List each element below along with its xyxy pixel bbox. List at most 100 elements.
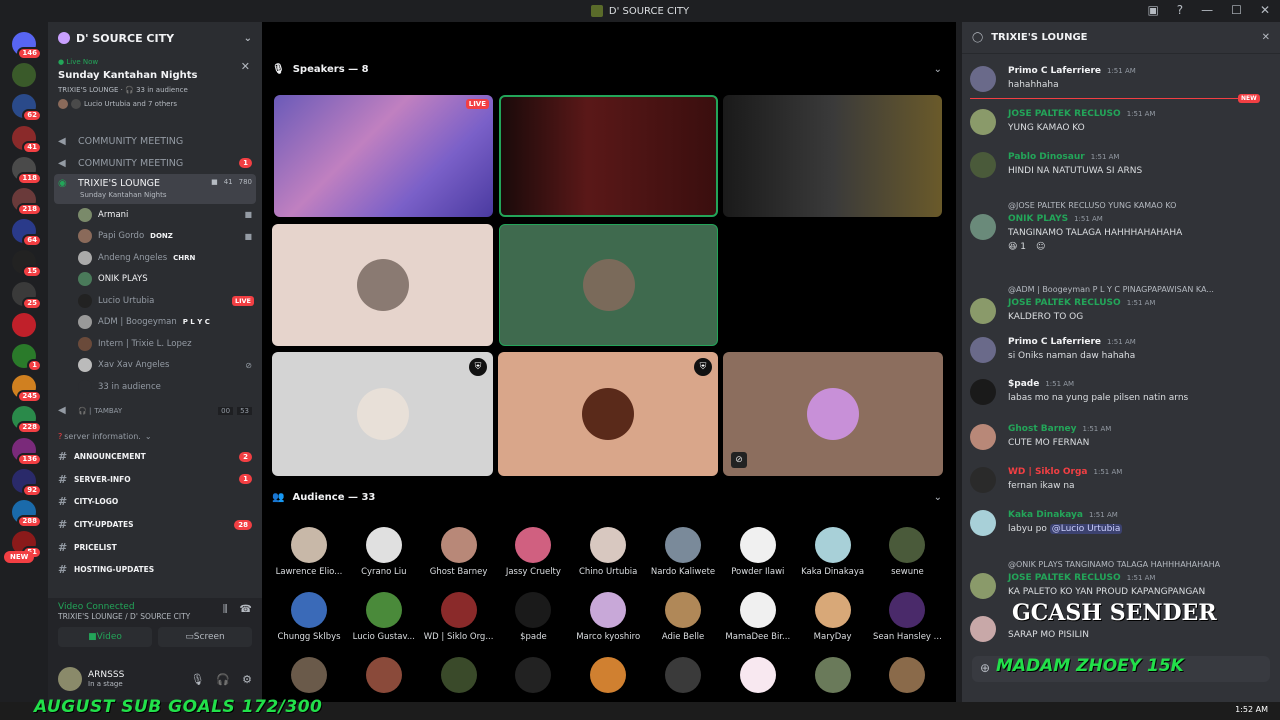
avatar[interactable] [970, 379, 996, 405]
voice-member[interactable]: Intern | Trixie L. Lopez [48, 333, 262, 355]
server-icon[interactable]: 146 [12, 32, 42, 60]
avatar[interactable] [58, 667, 82, 691]
close-window-icon[interactable]: ✕ [1260, 3, 1270, 17]
avatar[interactable] [970, 573, 996, 599]
message-author[interactable]: WD | Siklo Orga 1:51 AM [1008, 467, 1122, 477]
inbox-icon[interactable]: ▣ [1147, 3, 1158, 17]
text-channel[interactable]: # CITY-LOGO [48, 491, 262, 514]
server-icon[interactable]: 118 [12, 156, 42, 185]
disconnect-icon[interactable]: ☎ [240, 604, 252, 615]
message-author[interactable]: Kaka Dinakaya 1:51 AM [1008, 510, 1118, 520]
audience-member[interactable]: Nardo Kaliwete [646, 527, 720, 577]
speaker-tile[interactable]: ⛨ [272, 352, 493, 476]
audience-member[interactable] [422, 657, 496, 697]
add-attachment-icon[interactable]: ⊕ [980, 661, 990, 675]
voice-member[interactable]: ONIK PLAYS [48, 269, 262, 291]
live-event-card[interactable]: ● Live Now Sunday Kantahan Nights TRIXIE… [48, 54, 262, 122]
audience-member[interactable]: Marco kyoshiro [571, 592, 645, 642]
audience-member[interactable]: sewune [870, 527, 944, 577]
message-author[interactable]: JOSE PALTEK RECLUSO 1:51 AM [1008, 573, 1155, 583]
voice-channel[interactable]: ◀ COMMUNITY MEETING 1 [48, 152, 262, 174]
avatar[interactable] [970, 337, 996, 363]
server-icon[interactable]: 218 [12, 188, 42, 216]
audience-member[interactable]: Adie Belle [646, 592, 720, 642]
avatar[interactable] [970, 66, 996, 92]
message-author[interactable]: Primo C Laferriere 1:51 AM [1008, 66, 1136, 76]
avatar[interactable] [970, 109, 996, 135]
reaction-chip[interactable]: 😆 1 [1008, 242, 1026, 252]
settings-gear-icon[interactable]: ⚙ [242, 673, 252, 686]
voice-member[interactable]: ADM | Boogeyman P L Y C [48, 312, 262, 334]
audience-member[interactable]: MamaDee Bir... [721, 592, 795, 642]
audience-member[interactable]: Chino Urtubia [571, 527, 645, 577]
help-icon[interactable]: ? [1177, 3, 1183, 17]
audience-member[interactable]: Cyrano Liu [347, 527, 421, 577]
maximize-icon[interactable]: ☐ [1231, 3, 1242, 17]
audience-member[interactable]: Sean Hansley ... [870, 592, 944, 642]
user-info[interactable]: ARNSSS In a stage [88, 670, 124, 688]
audience-member[interactable]: Powder Ilawi [721, 527, 795, 577]
audience-member[interactable] [347, 657, 421, 697]
server-icon[interactable]: 136 [12, 437, 42, 466]
audience-member[interactable] [721, 657, 795, 697]
server-icon[interactable]: 64 [12, 219, 42, 248]
server-icon[interactable]: 92 [12, 468, 42, 497]
channel-tambay[interactable]: ◀ 🎧 | TAMBAY 00 53 [48, 398, 262, 424]
avatar[interactable] [970, 152, 996, 178]
audience-member[interactable] [870, 657, 944, 697]
text-channel[interactable]: # PRICELIST [48, 536, 262, 559]
audience-member[interactable]: Ghost Barney [422, 527, 496, 577]
audience-member[interactable]: Jassy Cruelty [496, 527, 570, 577]
server-icon[interactable]: 62 [12, 94, 42, 123]
server-icon[interactable]: 1 [12, 344, 42, 372]
user-mention[interactable]: @Lucio Urtubia [1049, 524, 1123, 534]
message-author[interactable]: Pablo Dinosaur 1:51 AM [1008, 152, 1119, 162]
avatar[interactable] [970, 467, 996, 493]
voice-channel[interactable]: ◀ COMMUNITY MEETING [48, 130, 262, 152]
channel-trixies-lounge[interactable]: ◉ TRIXIE'S LOUNGE Sunday Kantahan Nights… [54, 174, 256, 204]
text-channel[interactable]: # SERVER-INFO 1 [48, 468, 262, 491]
audience-member[interactable] [646, 657, 720, 697]
server-header[interactable]: D' SOURCE CITY ⌄ [48, 22, 262, 54]
server-icon[interactable]: 245 [12, 375, 42, 404]
avatar[interactable] [970, 510, 996, 536]
server-icon[interactable]: 288 [12, 500, 42, 528]
speaker-tile-stream[interactable]: LIVE [274, 95, 493, 217]
server-icon[interactable] [12, 63, 36, 88]
speaker-tile[interactable]: ⊘ [723, 352, 943, 476]
category-header[interactable]: ? server information. ⌄ [48, 428, 262, 446]
audience-member[interactable]: Lawrence Elio... [272, 527, 346, 577]
speaker-tile-camera[interactable] [499, 95, 718, 217]
voice-member[interactable]: Andeng Angeles CHRN [48, 247, 262, 269]
message-author[interactable]: JOSE PALTEK RECLUSO 1:51 AM [1008, 298, 1155, 308]
audience-member[interactable]: Kaka Dinakaya [796, 527, 870, 577]
text-channel[interactable]: # HOSTING-UPDATES [48, 558, 262, 581]
audience-member[interactable]: $pade [496, 592, 570, 642]
avatar[interactable] [970, 616, 996, 642]
audience-member[interactable] [796, 657, 870, 697]
close-icon[interactable]: ✕ [241, 60, 250, 73]
chevron-down-icon[interactable]: ⌄ [934, 492, 942, 503]
audience-member[interactable] [272, 657, 346, 697]
server-icon[interactable]: 25 [12, 281, 42, 310]
minimize-icon[interactable]: — [1201, 3, 1213, 17]
audience-member[interactable] [571, 657, 645, 697]
audience-member[interactable] [496, 657, 570, 697]
voice-member[interactable]: Armani ■ [48, 204, 262, 226]
reply-preview[interactable]: @JOSE PALTEK RECLUSO YUNG KAMAO KO [1008, 201, 1176, 210]
message-author[interactable]: Primo C Laferriere 1:51 AM [1008, 337, 1136, 347]
speaker-tile[interactable]: ⛨ [498, 352, 718, 476]
voice-member[interactable]: Papi Gordo DONZ ■ [48, 226, 262, 248]
speaker-tile[interactable] [499, 224, 718, 346]
voice-member[interactable]: 33 in audience [48, 376, 262, 398]
audience-member[interactable]: Chungg Sklbys [272, 592, 346, 642]
audience-member[interactable]: MaryDay [796, 592, 870, 642]
avatar[interactable] [970, 424, 996, 450]
message-author[interactable]: Ghost Barney 1:51 AM [1008, 424, 1111, 434]
server-icon[interactable]: 228 [12, 406, 42, 435]
close-icon[interactable]: ✕ [1262, 32, 1270, 43]
reply-preview[interactable]: @ADM | Boogeyman P L Y C PINAGPAPAWISAN … [1008, 285, 1214, 294]
speaker-tile[interactable] [272, 224, 493, 346]
headphones-icon[interactable]: 🎧 [216, 673, 230, 686]
voice-member[interactable]: Xav Xav Angeles ⊘ [48, 355, 262, 377]
